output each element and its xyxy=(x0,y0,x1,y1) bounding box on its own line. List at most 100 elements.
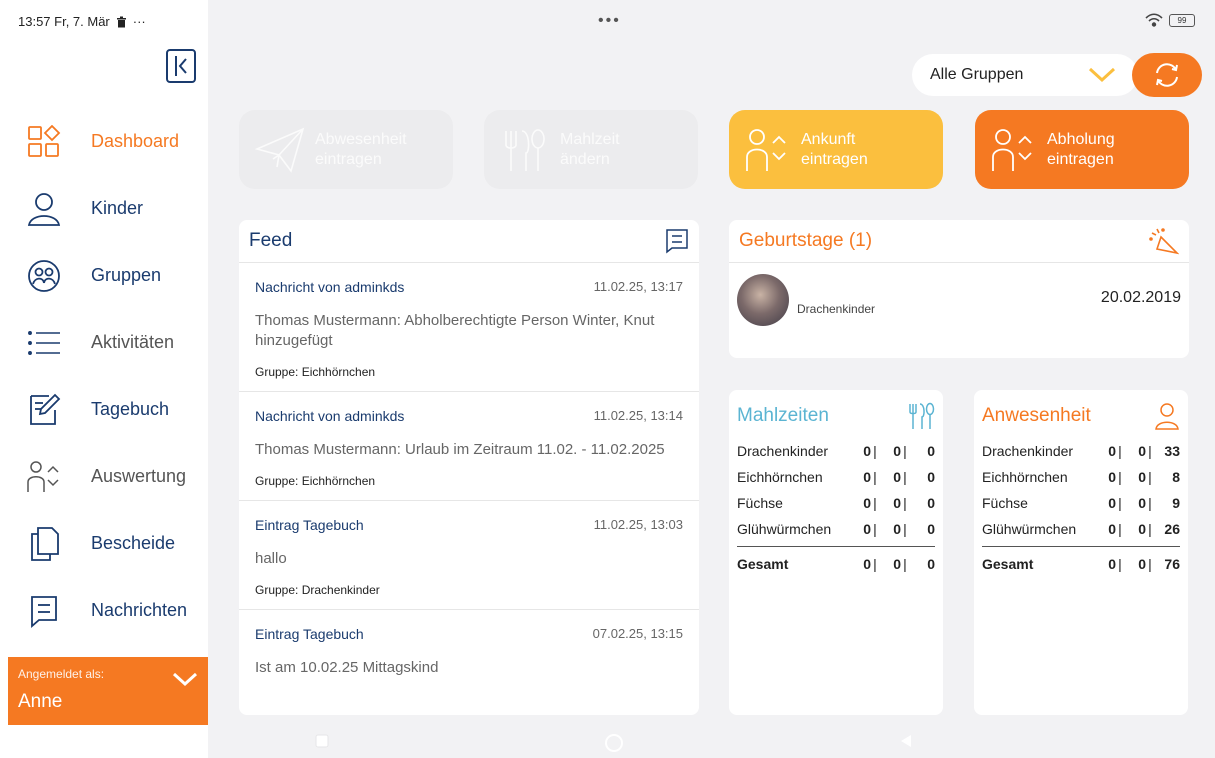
feed-item[interactable]: Nachricht von adminkds 11.02.25, 13:17 Th… xyxy=(239,263,699,392)
sidebar-item-kinder[interactable]: Kinder xyxy=(0,175,208,242)
value-1: 0 xyxy=(1108,495,1116,511)
feed-item-body: Ist am 10.02.25 Mittagskind xyxy=(255,659,439,676)
message-icon[interactable] xyxy=(665,228,689,254)
value-3: 26 xyxy=(1164,521,1180,537)
meals-title: Mahlzeiten xyxy=(737,405,829,426)
feed-item[interactable]: Eintrag Tagebuch 11.02.25, 13:03 hallo Gr… xyxy=(239,501,699,610)
feed-item-group: Gruppe: Eichhörnchen xyxy=(255,365,376,379)
paper-plane-icon xyxy=(255,127,305,173)
row-name: Drachenkinder xyxy=(982,443,1074,459)
value-3: 76 xyxy=(1164,556,1180,572)
sidebar-item-nachrichten[interactable]: Nachrichten xyxy=(0,577,208,644)
birthdays-card: Geburtstage (1) Drachenkinder 20.02.2019 xyxy=(729,220,1189,358)
back-icon[interactable] xyxy=(898,733,914,749)
home-icon[interactable] xyxy=(604,733,624,753)
row-name: Glühwürmchen xyxy=(737,521,832,537)
avatar xyxy=(737,274,789,326)
feed-title: Feed xyxy=(249,230,293,251)
sidebar: 13:57 Fr, 7. Mär ··· Dashboard Kinder Gr… xyxy=(0,0,208,758)
table-row: Eichhörnchen 0 | 0 | 0 xyxy=(737,469,935,485)
sidebar-item-label: Bescheide xyxy=(91,533,176,553)
table-row: Eichhörnchen 0 | 0 | 8 xyxy=(982,469,1180,485)
value-2: 0 xyxy=(893,495,901,511)
group-icon xyxy=(28,259,60,292)
row-name: Gesamt xyxy=(737,556,789,572)
feed-item[interactable]: Eintrag Tagebuch 07.02.25, 13:15 Ist am 1… xyxy=(239,610,699,690)
sidebar-item-aktivitaeten[interactable]: Aktivitäten xyxy=(0,309,208,376)
table-row: Drachenkinder 0 | 0 | 33 xyxy=(982,443,1180,459)
logged-in-user-menu[interactable]: Angemeldet als: Anne xyxy=(8,657,208,725)
table-row-total: Gesamt 0 | 0 | 76 xyxy=(982,556,1180,572)
documents-icon xyxy=(31,526,59,561)
table-row: Füchse 0 | 0 | 9 xyxy=(982,495,1180,511)
value-2: 0 xyxy=(893,521,901,537)
cutlery-icon xyxy=(909,402,935,429)
sidebar-item-bescheide[interactable]: Bescheide xyxy=(0,510,208,577)
value-2: 0 xyxy=(1138,521,1146,537)
status-bar-left: 13:57 Fr, 7. Mär ··· xyxy=(18,14,146,29)
value-1: 0 xyxy=(863,556,871,572)
sidebar-item-gruppen[interactable]: Gruppen xyxy=(0,242,208,309)
recents-icon[interactable] xyxy=(314,733,330,749)
pickup-label-1: Abholung xyxy=(1047,130,1115,148)
person-icon xyxy=(27,192,61,226)
row-name: Füchse xyxy=(982,495,1028,511)
value-2: 0 xyxy=(1138,469,1146,485)
value-3: 8 xyxy=(1172,469,1180,485)
feed-card: Feed Nachricht von adminkds 11.02.25, 13:… xyxy=(239,220,699,715)
sidebar-nav: Dashboard Kinder Gruppen Aktivitäten Tag… xyxy=(0,108,208,644)
system-nav-bar xyxy=(208,725,1215,758)
sidebar-item-label: Nachrichten xyxy=(91,600,188,620)
value-2: 0 xyxy=(1138,443,1146,459)
attendance-title: Anwesenheit xyxy=(982,405,1091,426)
row-name: Füchse xyxy=(737,495,783,511)
arrival-label-1: Ankunft xyxy=(801,130,856,148)
arrival-button[interactable]: Ankunft eintragen xyxy=(729,110,943,189)
refresh-button[interactable] xyxy=(1132,53,1202,97)
value-3: 0 xyxy=(927,556,935,572)
sidebar-item-tagebuch[interactable]: Tagebuch xyxy=(0,376,208,443)
chevron-left-icon xyxy=(175,56,187,76)
birthdays-header: Geburtstage (1) xyxy=(729,220,1189,263)
cutlery-icon xyxy=(505,128,545,171)
value-1: 0 xyxy=(863,469,871,485)
meals-card: Mahlzeiten Drachenkinder 0 | 0 | 0 Eichhörnch… xyxy=(729,390,943,715)
birthday-date: 20.02.2019 xyxy=(1100,289,1181,306)
feed-item-title: Eintrag Tagebuch xyxy=(255,626,364,642)
table-row: Drachenkinder 0 | 0 | 0 xyxy=(737,443,935,459)
value-1: 0 xyxy=(1108,556,1116,572)
feed-item-title: Nachricht von adminkds xyxy=(255,408,405,424)
meal-label-2: ändern xyxy=(560,150,610,168)
table-row: Glühwürmchen 0 | 0 | 26 xyxy=(982,521,1180,537)
sidebar-item-label: Dashboard xyxy=(91,131,180,151)
sidebar-item-auswertung[interactable]: Auswertung xyxy=(0,443,208,510)
absence-label-2: eintragen xyxy=(315,150,382,168)
sidebar-item-label: Tagebuch xyxy=(91,399,170,419)
sidebar-item-label: Gruppen xyxy=(91,265,162,285)
collapse-sidebar-button[interactable] xyxy=(166,49,196,83)
battery-level: 99 xyxy=(1177,15,1187,25)
sidebar-item-label: Aktivitäten xyxy=(91,332,175,352)
row-name: Drachenkinder xyxy=(737,443,829,459)
chevron-down-icon xyxy=(172,672,198,687)
message-icon xyxy=(31,595,57,628)
sidebar-item-dashboard[interactable]: Dashboard xyxy=(0,108,208,175)
feed-item-body: Thomas Mustermann: Abholberechtigte Pers… xyxy=(255,312,655,349)
value-2: 0 xyxy=(1138,556,1146,572)
feed-item-date: 11.02.25, 13:03 xyxy=(593,517,683,532)
pickup-button[interactable]: Abholung eintragen xyxy=(975,110,1189,189)
arrival-person-icon xyxy=(746,128,786,171)
birthday-group: Drachenkinder xyxy=(797,302,876,316)
list-icon xyxy=(28,330,60,355)
chevron-down-icon xyxy=(1088,67,1116,83)
group-select[interactable]: Alle Gruppen xyxy=(912,54,1138,96)
feed-item-date: 07.02.25, 13:15 xyxy=(592,626,683,641)
feed-item[interactable]: Nachricht von adminkds 11.02.25, 13:14 Th… xyxy=(239,392,699,501)
status-time-date: 13:57 Fr, 7. Mär xyxy=(18,14,110,29)
value-3: 0 xyxy=(927,443,935,459)
attendance-table: Drachenkinder 0 | 0 | 33 Eichhörnchen 0 | 0 | 8 Fü… xyxy=(982,438,1180,577)
birthday-entry[interactable]: Drachenkinder 20.02.2019 xyxy=(729,263,1189,353)
meal-button[interactable]: Mahlzeit ändern xyxy=(484,110,698,189)
feed-item-body: hallo xyxy=(255,550,287,567)
absence-button[interactable]: Abwesenheit eintragen xyxy=(239,110,453,189)
